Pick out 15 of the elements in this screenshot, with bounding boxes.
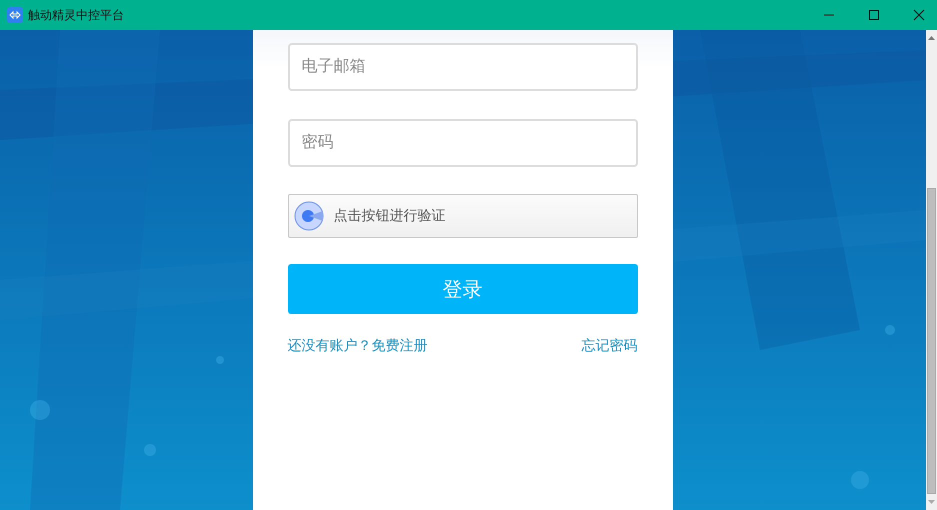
maximize-icon[interactable]	[868, 9, 880, 21]
app-logo-icon	[7, 7, 23, 23]
scrollbar[interactable]	[926, 30, 937, 510]
scroll-up-icon[interactable]	[928, 36, 935, 40]
target-icon	[294, 201, 324, 231]
captcha-button[interactable]: 点击按钮进行验证	[288, 194, 638, 238]
window-title: 触动精灵中控平台	[28, 6, 124, 24]
login-button[interactable]: 登录	[288, 264, 638, 314]
register-link[interactable]: 还没有账户？免费注册	[288, 337, 428, 355]
forgot-password-link[interactable]: 忘记密码	[582, 337, 638, 355]
close-icon[interactable]	[913, 9, 925, 21]
scroll-thumb[interactable]	[927, 188, 936, 494]
scroll-down-icon[interactable]	[928, 500, 935, 504]
password-field[interactable]: 密码	[288, 119, 638, 167]
email-field[interactable]: 电子邮箱	[288, 43, 638, 91]
